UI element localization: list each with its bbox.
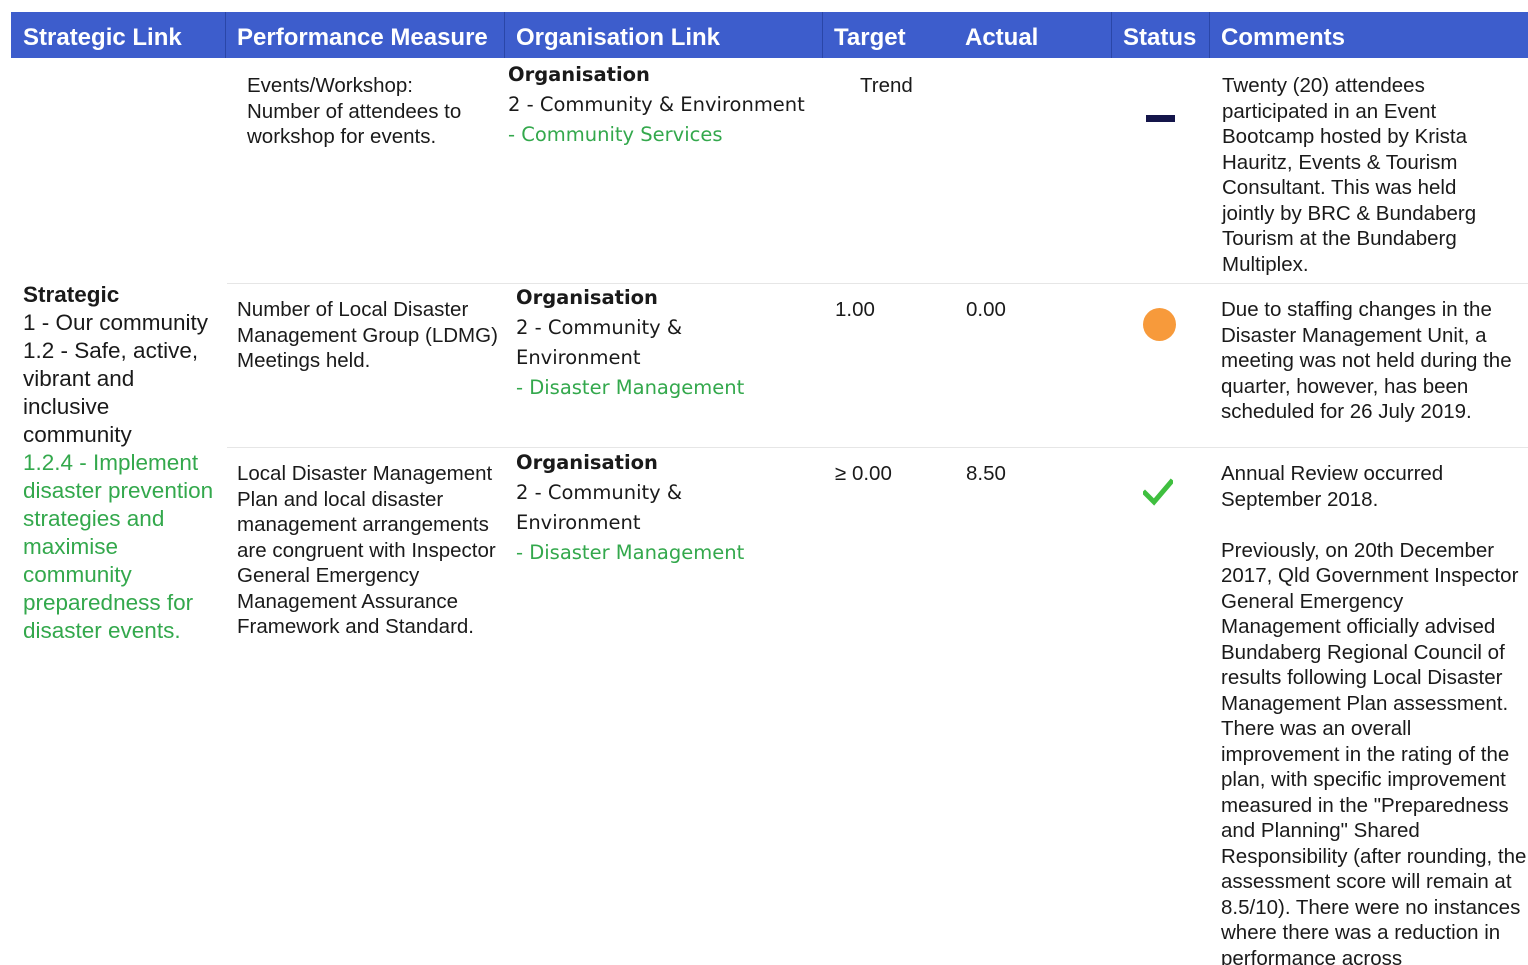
row1-comments: Twenty (20) attendees participated in an… — [1222, 74, 1477, 276]
row1-org-sub: - Community Services — [508, 123, 723, 146]
strategic-level3: 1.2.4 - Implement disaster prevention st… — [23, 450, 214, 643]
row-separator — [227, 283, 1528, 284]
strategic-level2: 1.2 - Safe, active, vibrant and inclusiv… — [23, 338, 199, 447]
row2-org-level: 2 - Community & Environment — [516, 316, 683, 369]
strategic-title: Strategic — [23, 282, 120, 307]
header-performance-measure: Performance Measure — [237, 24, 488, 51]
row1-target: Trend — [860, 74, 913, 97]
row3-comments-p1: Annual Review occurred September 2018. — [1221, 462, 1444, 511]
row3-org-level: 2 - Community & Environment — [516, 481, 683, 534]
row2-target: 1.00 — [835, 298, 875, 321]
row1-organisation: Organisation 2 - Community & Environment… — [508, 60, 818, 150]
row2-org-title: Organisation — [516, 286, 658, 309]
row3-actual: 8.50 — [966, 462, 1006, 485]
row1-measure: Events/Workshop: Number of attendees to … — [247, 74, 462, 148]
strategic-link-cell: Strategic 1 - Our community 1.2 - Safe, … — [23, 281, 223, 645]
row2-org-sub: - Disaster Management — [516, 376, 745, 399]
row3-comments: Annual Review occurred September 2018. P… — [1221, 461, 1528, 965]
header-organisation-link: Organisation Link — [516, 24, 721, 51]
row-separator — [227, 447, 1528, 448]
table-header: Strategic Link Performance Measure Organ… — [11, 12, 1528, 58]
row1-org-level: 2 - Community & Environment — [508, 93, 805, 116]
row3-org-title: Organisation — [516, 451, 658, 474]
row3-organisation: Organisation 2 - Community & Environment… — [516, 448, 756, 568]
row3-comments-p2: Previously, on 20th December 2017, Qld G… — [1221, 538, 1527, 965]
row2-comments: Due to staffing changes in the Disaster … — [1221, 298, 1512, 423]
row1-org-title: Organisation — [508, 63, 650, 86]
no-change-dash-icon — [1146, 115, 1175, 122]
header-target: Target — [834, 24, 906, 51]
header-comments: Comments — [1221, 24, 1346, 51]
row2-organisation: Organisation 2 - Community & Environment… — [516, 283, 756, 403]
row3-measure: Local Disaster Management Plan and local… — [237, 462, 496, 638]
row2-measure: Number of Local Disaster Management Grou… — [237, 298, 498, 372]
row3-org-sub: - Disaster Management — [516, 541, 745, 564]
header-strategic-link: Strategic Link — [23, 24, 182, 51]
green-check-icon — [1143, 478, 1173, 506]
row3-target: ≥ 0.00 — [835, 462, 892, 485]
strategic-level1: 1 - Our community — [23, 310, 209, 335]
header-actual: Actual — [965, 24, 1039, 51]
row2-actual: 0.00 — [966, 298, 1006, 321]
header-status: Status — [1123, 24, 1197, 51]
orange-circle-icon — [1143, 308, 1176, 341]
